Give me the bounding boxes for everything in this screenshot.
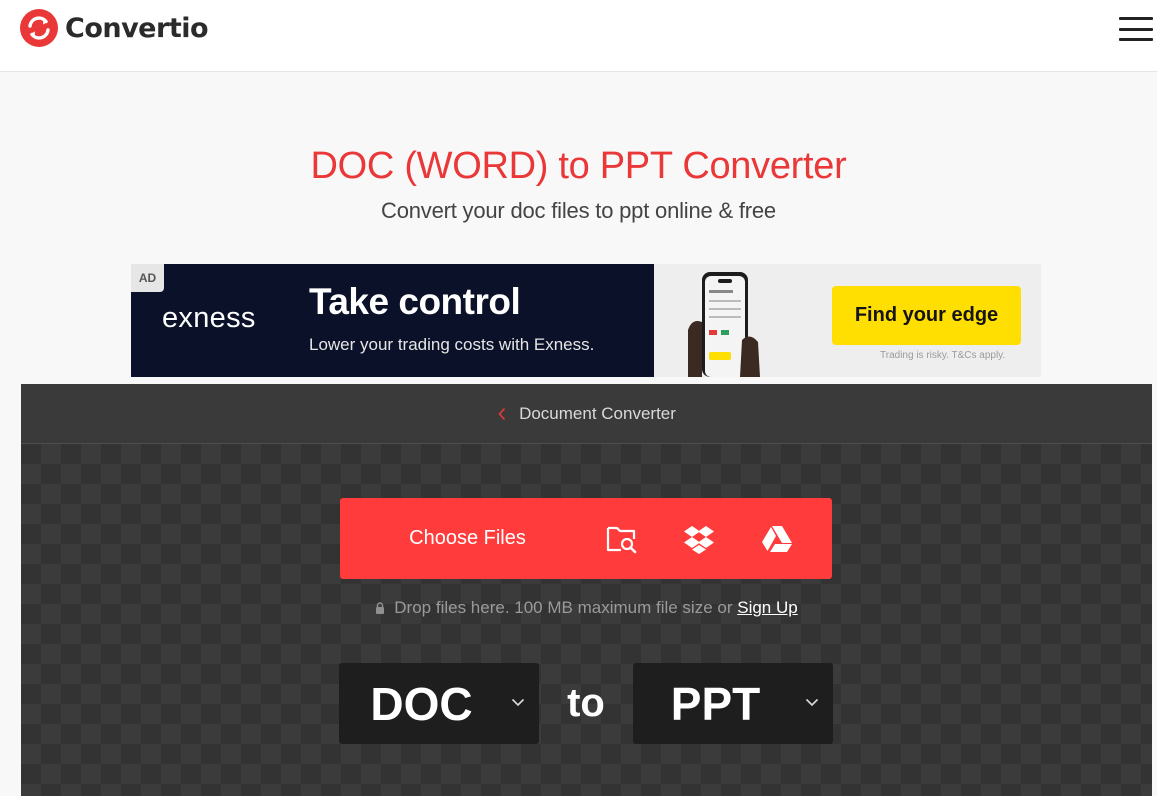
converter-panel: Document Converter Choose Files Drop fil… (21, 384, 1152, 796)
chevron-left-icon (498, 407, 506, 420)
dropbox-icon[interactable] (682, 522, 716, 556)
ad-badge: AD (131, 264, 164, 292)
find-your-edge-button[interactable]: Find your edge (832, 286, 1021, 345)
breadcrumb-document-converter[interactable]: Document Converter (497, 404, 676, 424)
from-format-select[interactable]: DOC (339, 663, 539, 744)
hamburger-menu-icon[interactable] (1119, 17, 1153, 41)
sign-up-link[interactable]: Sign Up (737, 598, 797, 617)
breadcrumb-label: Document Converter (519, 403, 676, 423)
drop-text: Drop files here. 100 MB maximum file siz… (394, 598, 738, 617)
to-connector: to (567, 681, 605, 725)
brand-name: Convertio (65, 12, 209, 44)
to-format-label: PPT (670, 677, 761, 730)
choose-files-bar: Choose Files (340, 498, 832, 579)
breadcrumb: Document Converter (21, 384, 1152, 444)
folder-search-icon[interactable] (605, 522, 639, 556)
ad-light-panel: Find your edge Trading is risky. T&Cs ap… (654, 264, 1041, 377)
ad-disclaimer: Trading is risky. T&Cs apply. (880, 350, 1006, 361)
from-format-label: DOC (370, 677, 473, 730)
top-header: Convertio (0, 0, 1157, 72)
chevron-down-icon (805, 698, 819, 707)
lock-icon (376, 602, 385, 614)
phone-in-hand-icon (688, 272, 760, 377)
menu-bar (1119, 17, 1153, 20)
convertio-logo-icon (20, 9, 58, 47)
page-subtitle: Convert your doc files to ppt online & f… (381, 198, 776, 223)
ad-brand: exness (162, 302, 256, 334)
google-drive-icon[interactable] (760, 522, 794, 556)
chevron-down-icon (511, 698, 525, 707)
ad-dark-panel: AD exness Take control Lower your tradin… (131, 264, 654, 377)
drop-zone-hint: Drop files here. 100 MB maximum file siz… (21, 598, 1152, 618)
page-title: DOC (WORD) to PPT Converter (310, 145, 847, 187)
to-format-select[interactable]: PPT (633, 663, 833, 744)
ad-headline: Take control (309, 281, 521, 322)
ad-tagline: Lower your trading costs with Exness. (309, 335, 595, 354)
choose-files-button[interactable]: Choose Files (340, 498, 595, 579)
menu-bar (1119, 38, 1153, 41)
convertio-logo[interactable]: Convertio (20, 9, 209, 47)
advertisement-banner[interactable]: AD exness Take control Lower your tradin… (131, 264, 1041, 377)
menu-bar (1119, 27, 1153, 31)
